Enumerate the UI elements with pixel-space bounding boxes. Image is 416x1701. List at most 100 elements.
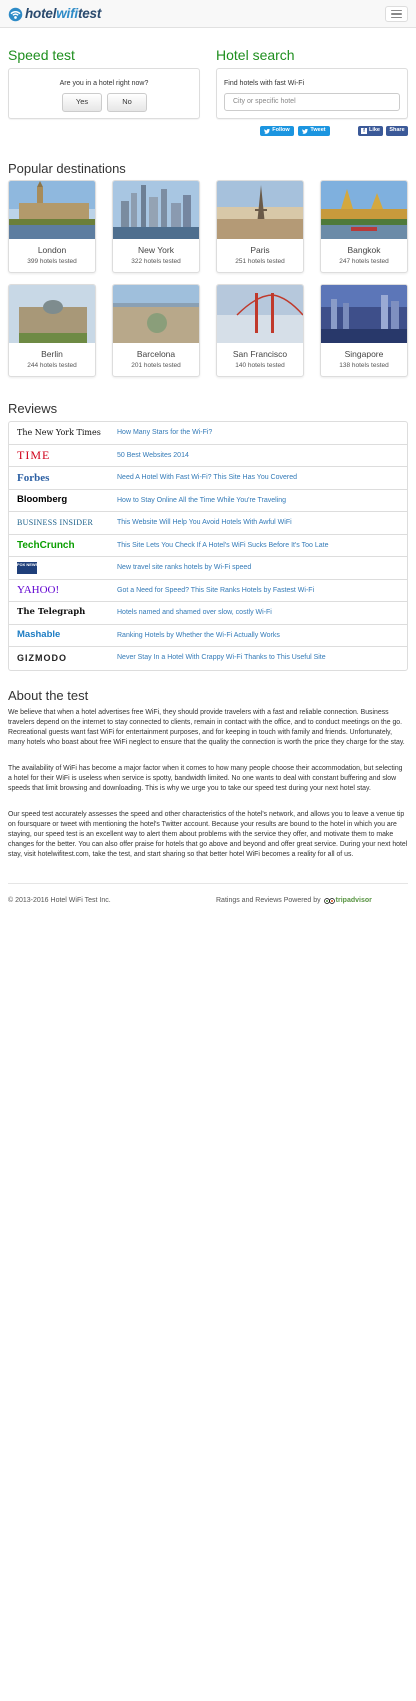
review-link[interactable]: How Many Stars for the Wi-Fi? [117,422,212,444]
san-francisco-photo [217,285,303,343]
review-link[interactable]: 50 Best Websites 2014 [117,445,189,467]
singapore-photo [321,285,407,343]
destination-card-singapore[interactable]: Singapore 138 hotels tested [320,284,408,377]
review-link[interactable]: Never Stay In a Hotel With Crappy Wi-Fi … [117,647,326,669]
yes-button[interactable]: Yes [62,93,102,112]
destination-card-london[interactable]: London 399 hotels tested [8,180,96,273]
review-link[interactable]: Need A Hotel With Fast Wi-Fi? This Site … [117,467,297,489]
destination-count: 244 hotels tested [27,362,77,369]
review-link[interactable]: This Website Will Help You Avoid Hotels … [117,512,292,534]
review-link[interactable]: Ranking Hotels by Whether the Wi-Fi Actu… [117,625,280,647]
footer-divider [8,883,408,884]
no-button[interactable]: No [107,93,147,112]
tripadvisor-owl-icon [323,897,335,904]
gizmodo-logo: GIZMODO [17,652,67,663]
review-link[interactable]: New travel site ranks hotels by Wi-Fi sp… [117,557,251,579]
business-insider-logo: BUSINESS INSIDER [17,517,94,527]
speed-test-title: Speed test [8,47,75,63]
review-row: Forbes Need A Hotel With Fast Wi-Fi? Thi… [9,467,407,490]
follow-label: Follow [272,127,290,134]
hotel-search-input[interactable]: City or specific hotel [224,93,400,111]
navbar: hotelwifitest [0,0,416,28]
time-logo: TIME [17,448,51,463]
facebook-share-button[interactable]: Share [386,126,408,136]
barcelona-photo [113,285,199,343]
twitter-bird-icon [264,128,271,134]
destination-city: Paris [250,245,270,255]
destination-count: 322 hotels tested [131,258,181,265]
speed-test-panel: Are you in a hotel right now? Yes No [8,68,200,119]
wifi-logo-icon [8,7,23,22]
review-link[interactable]: This Site Lets You Check If A Hotel's Wi… [117,535,328,557]
bloomberg-logo: Bloomberg [17,494,68,506]
about-title: About the test [8,688,89,703]
menu-toggle-button[interactable] [385,6,408,22]
forbes-logo: Forbes [17,471,50,484]
review-link[interactable]: Hotels named and shamed over slow, costl… [117,602,272,624]
destination-city: Bangkok [347,245,381,255]
destination-count: 201 hotels tested [131,362,181,369]
tripadvisor-link[interactable]: tripadvisor [323,896,372,905]
about-paragraph-2: The availability of WiFi has become a ma… [8,765,403,792]
about-paragraph-3: Our speed test accurately assesses the s… [8,811,408,858]
reviews-list: The New York Times How Many Stars for th… [8,421,408,671]
facebook-like-button[interactable]: f Like [358,126,383,136]
berlin-photo [9,285,95,343]
paris-photo [217,181,303,239]
destination-card-barcelona[interactable]: Barcelona 201 hotels tested [112,284,200,377]
telegraph-logo: The Telegraph [17,607,86,618]
review-row: TIME 50 Best Websites 2014 [9,445,407,467]
twitter-bird-icon [302,128,309,134]
mashable-logo: Mashable [17,629,61,641]
destination-city: Singapore [344,349,384,359]
speed-test-question: Are you in a hotel right now? [59,80,149,87]
review-row: TechCrunch This Site Lets You Check If A… [9,535,407,557]
destination-city: Berlin [41,349,63,359]
review-row: Bloomberg How to Stay Online All the Tim… [9,490,407,512]
twitter-follow-button[interactable]: Follow [260,126,294,136]
destination-count: 247 hotels tested [339,258,389,265]
review-row: BUSINESS INSIDER This Website Will Help … [9,512,407,535]
hotel-search-label: Find hotels with fast Wi-Fi [224,80,305,87]
destination-card-paris[interactable]: Paris 251 hotels tested [216,180,304,273]
destination-city: Barcelona [136,349,176,359]
powered-by-label: Ratings and Reviews Powered by [216,897,321,904]
london-photo [9,181,95,239]
footer-copyright: © 2013-2016 Hotel WiFi Test Inc. [8,897,111,904]
techcrunch-logo: TechCrunch [17,539,75,551]
destination-card-new-york[interactable]: New York 322 hotels tested [112,180,200,273]
destination-card-bangkok[interactable]: Bangkok 247 hotels tested [320,180,408,273]
bangkok-photo [321,181,407,239]
destination-city: London [37,245,67,255]
review-link[interactable]: Got a Need for Speed? This Site Ranks Ho… [117,580,314,602]
review-row: FOX NEWS New travel site ranks hotels by… [9,557,407,580]
review-row: The New York Times How Many Stars for th… [9,422,407,445]
hamburger-icon [391,9,402,12]
hotel-search-panel: Find hotels with fast Wi-Fi City or spec… [216,68,408,119]
destination-count: 399 hotels tested [27,258,77,265]
destination-city: New York [138,245,174,255]
review-row: The Telegraph Hotels named and shamed ov… [9,602,407,625]
review-row: Mashable Ranking Hotels by Whether the W… [9,625,407,647]
reviews-title: Reviews [8,401,58,416]
facebook-icon: f [360,128,367,134]
fox-news-logo: FOX NEWS [17,557,112,579]
like-label: Like [368,127,380,134]
nyt-logo: The New York Times [17,427,101,437]
destination-count: 140 hotels tested [235,362,285,369]
about-paragraph-1: We believe that when a hotel advertises … [8,709,405,746]
new-york-photo [113,181,199,239]
site-logo[interactable]: hotelwifitest [8,6,101,23]
tweet-button[interactable]: Tweet [298,126,330,136]
destination-card-san-francisco[interactable]: San Francisco 140 hotels tested [216,284,304,377]
review-row: GIZMODO Never Stay In a Hotel With Crapp… [9,647,407,670]
logo-text: hotelwifitest [25,6,102,22]
destinations-title: Popular destinations [8,161,126,176]
destination-count: 251 hotels tested [235,258,285,265]
yahoo-logo: YAHOO! [17,584,60,597]
destination-card-berlin[interactable]: Berlin 244 hotels tested [8,284,96,377]
hotel-search-title: Hotel search [216,47,295,63]
destination-count: 138 hotels tested [339,362,389,369]
review-link[interactable]: How to Stay Online All the Time While Yo… [117,490,286,512]
review-row: YAHOO! Got a Need for Speed? This Site R… [9,580,407,602]
